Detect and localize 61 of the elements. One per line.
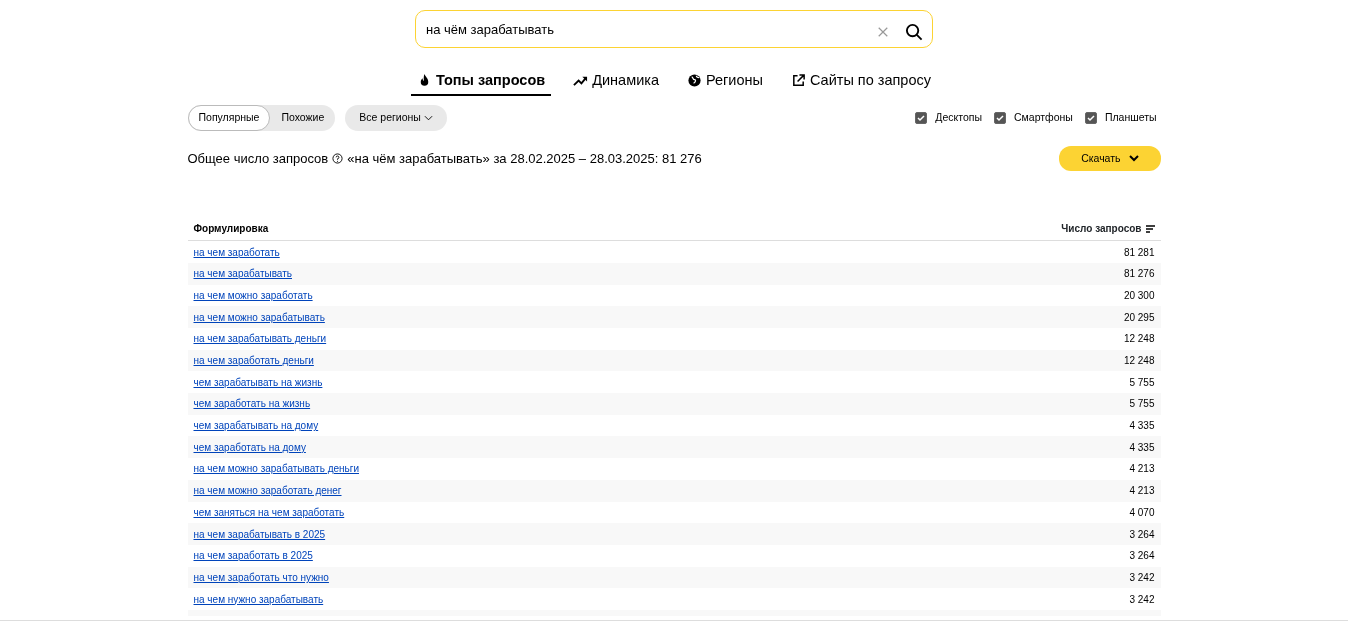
query-link[interactable]: на чем заработать в 2025 [193, 548, 313, 564]
query-link[interactable]: чем заработать на жизнь [193, 396, 311, 412]
count-cell-text: 81 281 [1123, 245, 1155, 260]
count-cell-text: 12 248 [1123, 332, 1155, 347]
query-link[interactable]: на чем зарабатывать в 2025 [193, 526, 326, 542]
query-link[interactable]: на чем можно заработать [193, 287, 313, 303]
count-cell-text: 3 242 [1129, 570, 1155, 585]
column-header: Формулировка [193, 222, 269, 237]
count-cell-text: 12 248 [1123, 354, 1155, 369]
checkbox[interactable] [915, 111, 928, 124]
mode-toggle[interactable]: Популярные [187, 104, 271, 131]
query-link[interactable]: на чем зарабатывать [193, 266, 292, 282]
query-link[interactable]: чем заработать на дому [193, 439, 306, 455]
checkbox[interactable] [994, 111, 1006, 124]
mode-toggle[interactable]: Похожие [270, 104, 336, 131]
tab[interactable]: Топы запросов [411, 70, 552, 96]
query-link[interactable]: на чем заработать что нужно [193, 569, 329, 585]
region-dropdown[interactable]: Все регионы [345, 104, 447, 131]
close-icon [877, 25, 889, 38]
count-cell-text: 4 335 [1129, 440, 1155, 455]
chevron-down-icon [1128, 154, 1139, 163]
tab[interactable]: Сайты по запросу [784, 70, 937, 96]
summary-text: «на чём зарабатывать» за 28.02.2025 – 28.03.2025: 81 276 [347, 149, 702, 168]
chevron-down-icon [423, 113, 433, 122]
search-field[interactable]: на чём зарабатывать [415, 10, 933, 48]
count-cell-text: 3 264 [1129, 527, 1155, 542]
query-link[interactable]: на чем заработать [193, 244, 280, 260]
count-cell-text: 4 213 [1129, 484, 1155, 499]
external-link-icon [790, 73, 806, 89]
count-cell-text: 3 264 [1129, 549, 1155, 564]
globe-icon [686, 73, 702, 89]
query-link[interactable]: чем заняться на чем заработать [193, 504, 345, 520]
count-cell-text: 5 755 [1129, 375, 1155, 390]
query-link[interactable]: на чем нужно зарабатывать [193, 591, 324, 607]
sort-column-header[interactable]: Число запросов [1061, 221, 1155, 237]
query-link[interactable]: на чем можно зарабатывать [193, 309, 325, 325]
query-link[interactable]: на чем можно заработать денег [193, 483, 342, 499]
tab[interactable]: Динамика [567, 70, 665, 96]
count-cell-text: 4 070 [1129, 505, 1155, 520]
checkbox[interactable] [1084, 111, 1097, 124]
query-link[interactable]: на чем можно зарабатывать деньги [193, 461, 359, 477]
checkbox-label: Планшеты [1104, 109, 1157, 125]
count-cell-text: 20 295 [1123, 310, 1155, 325]
count-cell-text: 3 242 [1129, 592, 1155, 607]
checkbox-label: Десктопы [935, 109, 982, 125]
sort-icon [1145, 224, 1155, 233]
count-cell-text: 4 335 [1129, 419, 1155, 434]
checkbox-label: Смартфоны [1014, 109, 1073, 125]
query-link[interactable]: чем зарабатывать на жизнь [193, 374, 323, 390]
query-link[interactable]: на чем заработать деньги [193, 353, 314, 369]
search-icon [905, 22, 923, 41]
summary-label: Общее число запросов [187, 149, 329, 168]
query-link[interactable]: чем зарабатывать на дому [193, 418, 319, 434]
tab[interactable]: Регионы [680, 70, 769, 96]
query-link[interactable]: на чем зарабатывать деньги [193, 331, 327, 347]
count-cell-text: 20 300 [1123, 288, 1155, 303]
help-icon [332, 152, 344, 164]
count-cell-text: 4 213 [1129, 462, 1155, 477]
download-button[interactable]: Скачать [1059, 145, 1161, 172]
count-cell-text: 81 276 [1123, 267, 1155, 282]
count-cell-text: 5 755 [1129, 397, 1155, 412]
